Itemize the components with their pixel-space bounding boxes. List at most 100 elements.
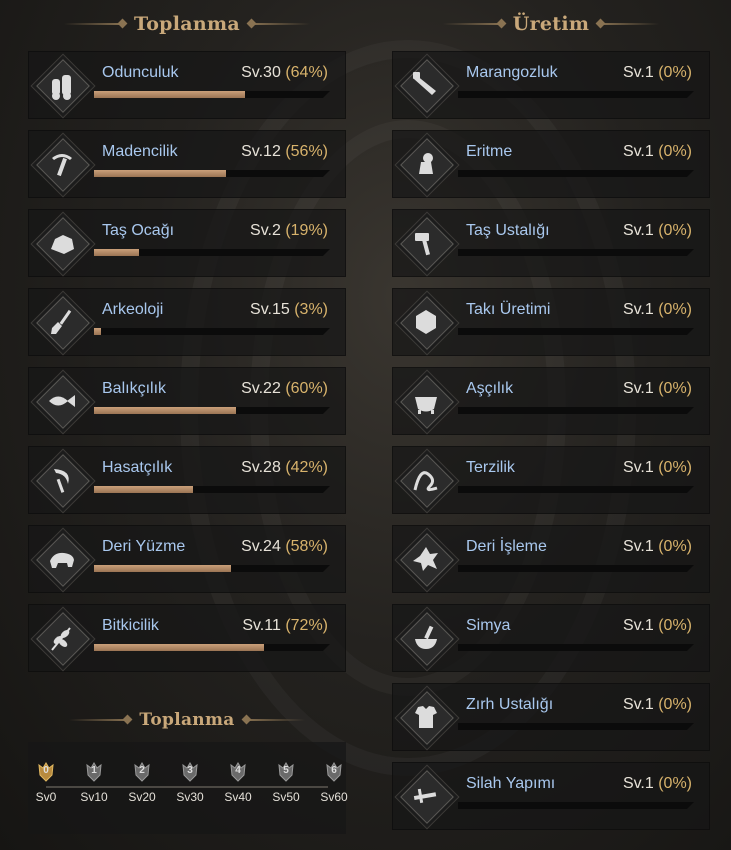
- skill-card-hide[interactable]: Deri İşleme Sv.1 (0%): [392, 525, 710, 593]
- skill-name: Bitkicilik: [102, 617, 159, 634]
- skill-card-furnace[interactable]: Eritme Sv.1 (0%): [392, 130, 710, 198]
- tier-item[interactable]: 2 Sv20: [125, 762, 159, 804]
- progress-bar: [94, 328, 330, 335]
- tier-item[interactable]: 1 Sv10: [77, 762, 111, 804]
- skill-card-stone[interactable]: Taş Ocağı Sv.2 (19%): [28, 209, 346, 277]
- tier-panel: 0 Sv0 1 Sv10 2 Sv20 3 Sv30 4 Sv40 5 Sv50 6 Sv60: [28, 742, 348, 834]
- skill-icon-frame: [400, 691, 454, 745]
- progress-bar: [458, 644, 694, 651]
- level-value: Sv.1: [622, 64, 654, 81]
- tier-item[interactable]: 6 Sv60: [317, 762, 351, 804]
- tier-badge-number: 2: [139, 765, 145, 776]
- skill-level: Sv.1 (0%): [623, 380, 692, 398]
- level-value: Sv.24: [241, 538, 281, 555]
- level-value: Sv.11: [242, 617, 281, 634]
- level-percent: (0%): [658, 617, 692, 634]
- skill-card-herb[interactable]: Bitkicilik Sv.11 (72%): [28, 604, 346, 672]
- gathering-header: Toplanma: [28, 10, 346, 38]
- skill-card-saw[interactable]: Marangozluk Sv.1 (0%): [392, 51, 710, 119]
- skill-card-hammer[interactable]: Taş Ustalığı Sv.1 (0%): [392, 209, 710, 277]
- skill-card-boar[interactable]: Deri Yüzme Sv.24 (58%): [28, 525, 346, 593]
- tier-item[interactable]: 4 Sv40: [221, 762, 255, 804]
- stone-icon: [51, 235, 74, 254]
- tier-badge-number: 3: [187, 765, 193, 776]
- skill-card-sickle[interactable]: Hasatçılık Sv.28 (42%): [28, 446, 346, 514]
- skill-card-gem[interactable]: Takı Üretimi Sv.1 (0%): [392, 288, 710, 356]
- herb-icon: [51, 627, 71, 651]
- tier-item[interactable]: 5 Sv50: [269, 762, 303, 804]
- level-percent: (60%): [285, 380, 328, 397]
- skill-level: Sv.30 (64%): [241, 64, 328, 82]
- skill-level: Sv.1 (0%): [623, 459, 692, 477]
- gathering-title: Toplanma: [133, 13, 241, 35]
- progress-fill: [94, 170, 227, 177]
- level-value: Sv.28: [241, 459, 281, 476]
- level-percent: (0%): [658, 775, 692, 792]
- tier-item[interactable]: 3 Sv30: [173, 762, 207, 804]
- skill-icon-frame: [400, 138, 454, 192]
- progress-bar: [458, 565, 694, 572]
- progress-bar: [94, 407, 330, 414]
- skill-name: Silah Yapımı: [466, 775, 556, 792]
- level-value: Sv.1: [622, 459, 654, 476]
- skill-icon-frame: [36, 217, 90, 271]
- thread-icon: [413, 471, 438, 492]
- level-value: Sv.30: [241, 64, 281, 81]
- production-title: Üretim: [512, 13, 590, 35]
- cauldron-icon: [415, 397, 437, 414]
- skill-level: Sv.22 (60%): [241, 380, 328, 398]
- tier-badge-icon: 4: [229, 762, 247, 782]
- armor-icon: [415, 706, 437, 728]
- skill-card-logs[interactable]: Odunculuk Sv.30 (64%): [28, 51, 346, 119]
- skill-icon-frame: [36, 612, 90, 666]
- tier-badge-number: 1: [91, 765, 97, 776]
- furnace-icon: [419, 153, 433, 174]
- tier-label: Sv20: [128, 790, 156, 804]
- skill-icon-frame: [400, 770, 454, 824]
- progress-bar: [458, 802, 694, 809]
- skill-name: Marangozluk: [466, 64, 558, 81]
- tier-badge-icon: 2: [133, 762, 151, 782]
- skill-name: Simya: [466, 617, 511, 634]
- tier-item[interactable]: 0 Sv0: [29, 762, 63, 804]
- mortar-icon: [415, 625, 437, 649]
- ornament: [69, 719, 130, 721]
- skill-level: Sv.15 (3%): [250, 301, 328, 319]
- fish-icon: [49, 395, 75, 407]
- tier-badge-icon: 6: [325, 762, 343, 782]
- skill-level: Sv.1 (0%): [623, 222, 692, 240]
- skill-level: Sv.1 (0%): [623, 617, 692, 635]
- skill-card-pickaxe[interactable]: Madencilik Sv.12 (56%): [28, 130, 346, 198]
- tier-badge-number: 0: [43, 765, 49, 776]
- level-percent: (0%): [658, 459, 692, 476]
- tier-header: Toplanma: [28, 706, 346, 734]
- progress-bar: [94, 644, 330, 651]
- progress-bar: [458, 723, 694, 730]
- skill-card-armor[interactable]: Zırh Ustalığı Sv.1 (0%): [392, 683, 710, 751]
- progress-fill: [94, 486, 194, 493]
- skill-card-sword[interactable]: Silah Yapımı Sv.1 (0%): [392, 762, 710, 830]
- skill-card-cauldron[interactable]: Aşçılık Sv.1 (0%): [392, 367, 710, 435]
- progress-fill: [94, 328, 102, 335]
- progress-fill: [94, 565, 231, 572]
- progress-bar: [458, 249, 694, 256]
- progress-bar: [94, 486, 330, 493]
- skill-card-mortar[interactable]: Simya Sv.1 (0%): [392, 604, 710, 672]
- ornament: [442, 23, 503, 25]
- tier-badge-icon: 3: [181, 762, 199, 782]
- skill-name: Terzilik: [466, 459, 515, 476]
- level-value: Sv.1: [622, 380, 654, 397]
- skill-card-shovel[interactable]: Arkeoloji Sv.15 (3%): [28, 288, 346, 356]
- progress-bar: [458, 486, 694, 493]
- level-percent: (0%): [658, 301, 692, 318]
- skill-card-thread[interactable]: Terzilik Sv.1 (0%): [392, 446, 710, 514]
- progress-bar: [94, 170, 330, 177]
- sword-icon: [413, 788, 437, 804]
- skill-name: Aşçılık: [466, 380, 514, 397]
- skill-icon-frame: [36, 454, 90, 508]
- ornament: [599, 23, 660, 25]
- tier-title: Toplanma: [139, 710, 235, 730]
- skill-level: Sv.12 (56%): [241, 143, 328, 161]
- skill-level: Sv.2 (19%): [250, 222, 328, 240]
- skill-card-fish[interactable]: Balıkçılık Sv.22 (60%): [28, 367, 346, 435]
